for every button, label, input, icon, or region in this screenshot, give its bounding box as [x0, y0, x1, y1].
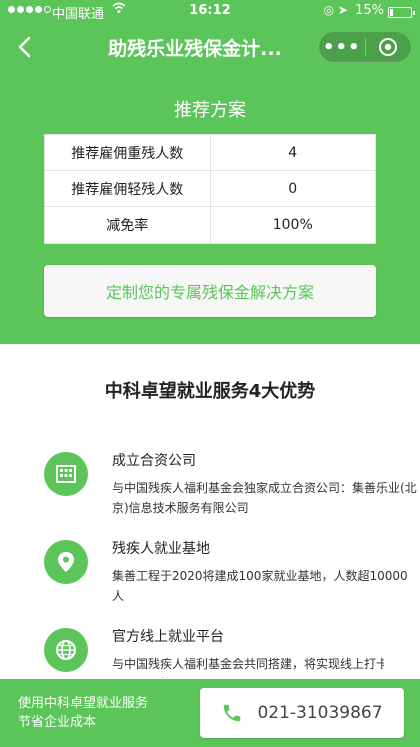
phone-icon	[224, 704, 241, 722]
table-cell-value: 4	[288, 144, 298, 161]
table-cell-value: 100%	[272, 217, 313, 233]
location-arrow-icon: ◎ ➤	[323, 3, 348, 17]
close-mini-program-button[interactable]	[365, 37, 411, 57]
footer-bar: 使用中科卓望就业服务 节省企业成本 021-31039867	[0, 679, 420, 747]
advantages-heading: 中科卓望就业服务4大优势	[104, 381, 316, 402]
table-row: 推荐雇佣轻残人数 0	[45, 171, 375, 207]
advantage-title: 残疾人就业基地	[112, 541, 210, 557]
table-cell-label: 减免率	[45, 207, 211, 243]
advantage-title: 成立合资公司	[112, 453, 196, 469]
table-cell-label: 推荐雇佣轻残人数	[45, 171, 211, 206]
advantage-description: 与中国残疾人福利基金会共同搭建，将实现线上打卡、培训、众包等业务	[112, 657, 384, 678]
table-cell-value: 0	[288, 180, 298, 197]
footer-slogan: 使用中科卓望就业服务 节省企业成本	[18, 694, 148, 732]
status-bar: 中国联通 16:12 ◎ ➤ 15%	[0, 0, 420, 24]
advantage-description: 与中国残疾人福利基金会独家成立合资公司：集善乐业(北京)信息技术服务有限公司	[112, 481, 417, 515]
mini-program-capsule: •••	[318, 31, 412, 63]
page-title: 助残乐业残保金计...	[108, 38, 282, 60]
plan-table: 推荐雇佣重残人数 4 推荐雇佣轻残人数 0 减免率 100%	[44, 134, 376, 244]
globe-icon	[44, 628, 88, 672]
advantage-title: 官方线上就业平台	[112, 629, 224, 645]
advantage-text: 残疾人就业基地 集善工程于2020将建成100家就业基地，人数超10000人	[112, 538, 418, 606]
advantage-item: 官方线上就业平台 与中国残疾人福利基金会共同搭建，将实现线上打卡、培训、众包等业…	[44, 626, 384, 678]
advantage-text: 成立合资公司 与中国残疾人福利基金会独家成立合资公司：集善乐业(北京)信息技术服…	[112, 450, 418, 518]
nav-bar: 助残乐业残保金计... •••	[0, 24, 420, 70]
building-icon	[44, 452, 88, 496]
battery-percentage: 15%	[355, 3, 384, 18]
call-phone-button[interactable]: 021-31039867	[200, 688, 404, 738]
footer-slogan-line: 节省企业成本	[18, 715, 97, 730]
table-row: 减免率 100%	[45, 207, 375, 243]
plan-title: 推荐方案	[174, 100, 246, 121]
advantage-item: 成立合资公司 与中国残疾人福利基金会独家成立合资公司：集善乐业(北京)信息技术服…	[44, 450, 417, 520]
table-row: 推荐雇佣重残人数 4	[45, 135, 375, 171]
advantage-text: 官方线上就业平台 与中国残疾人福利基金会共同搭建，将实现线上打卡、培训、众包等业…	[112, 626, 384, 678]
advantage-description: 集善工程于2020将建成100家就业基地，人数超10000人	[112, 569, 408, 603]
more-options-button[interactable]: •••	[319, 37, 365, 58]
battery-icon	[388, 7, 415, 18]
advantage-item: 残疾人就业基地 集善工程于2020将建成100家就业基地，人数超10000人	[44, 538, 408, 608]
table-cell-label: 推荐雇佣重残人数	[45, 135, 211, 170]
target-icon	[379, 38, 398, 56]
custom-solution-button[interactable]: 定制您的专属残保金解决方案	[44, 265, 376, 317]
footer-slogan-line: 使用中科卓望就业服务	[18, 696, 149, 711]
location-pin-icon	[44, 540, 88, 584]
back-arrow-icon[interactable]	[12, 32, 38, 62]
phone-number: 021-31039867	[257, 703, 383, 723]
